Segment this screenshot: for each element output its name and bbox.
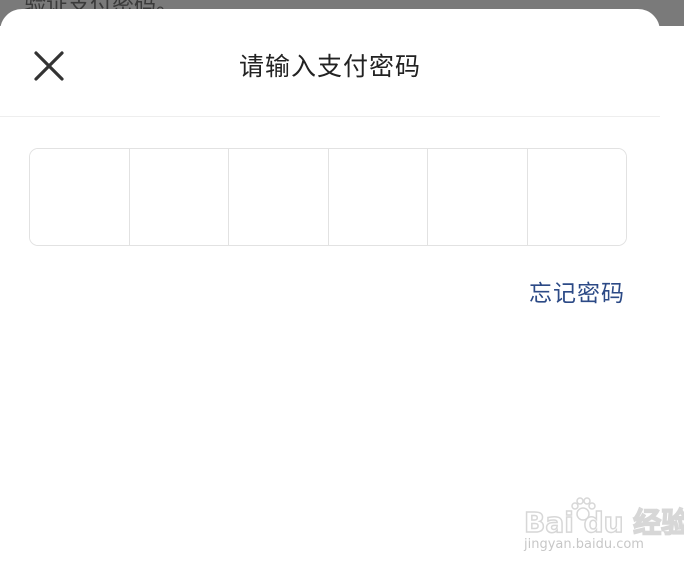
- pin-cell-5[interactable]: [428, 149, 528, 245]
- pin-input-group[interactable]: [29, 148, 627, 246]
- pin-cell-2[interactable]: [129, 149, 229, 245]
- sheet-title: 请输入支付密码: [238, 52, 421, 81]
- pin-cell-4[interactable]: [328, 149, 428, 245]
- pin-cell-3[interactable]: [229, 149, 329, 245]
- paw-icon: [571, 497, 596, 521]
- pin-cell-6[interactable]: [527, 149, 626, 245]
- watermark-url: jingyan.baidu.com: [524, 537, 644, 552]
- watermark-logo: Bai du 经验: [523, 505, 684, 540]
- forgot-password-link[interactable]: 忘记密码: [529, 274, 625, 308]
- watermark: Bai du 经验 jingyan.baidu.com: [520, 495, 684, 561]
- sheet-header: 请输入支付密码: [0, 9, 660, 117]
- payment-password-sheet: 请输入支付密码 忘记密码: [0, 9, 660, 572]
- pin-cell-1[interactable]: [30, 149, 130, 245]
